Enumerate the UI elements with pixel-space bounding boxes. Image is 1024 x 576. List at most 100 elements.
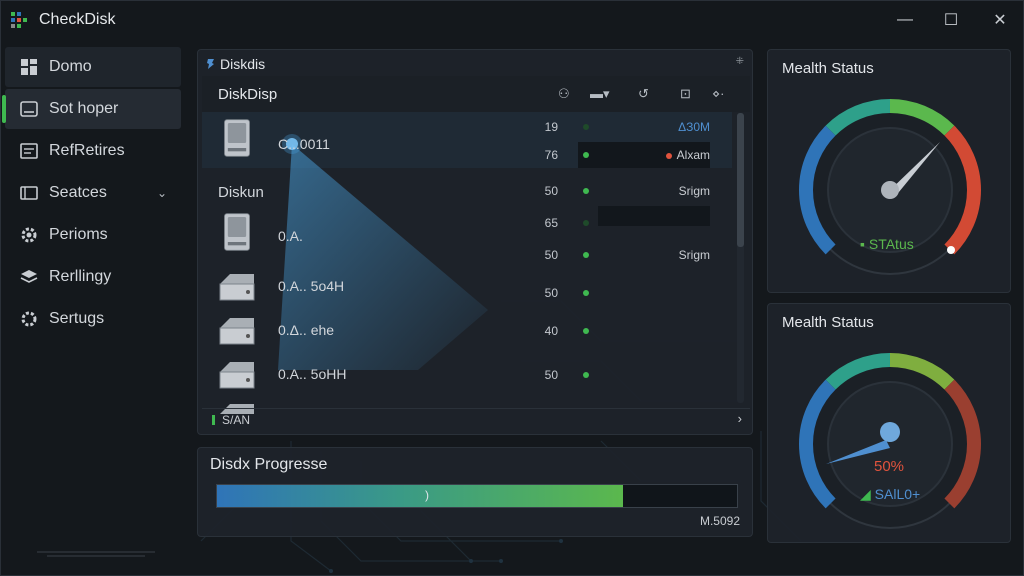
sidebar-item-label: Domo: [49, 58, 92, 75]
drive-icon: [219, 362, 255, 389]
disk-value: 19: [544, 120, 558, 134]
disk-name: C...0011: [278, 136, 330, 152]
status-dot: [583, 124, 589, 130]
minimize-button[interactable]: —: [893, 9, 917, 31]
drive-icon: [20, 101, 38, 117]
progress-size: M.5092: [699, 514, 740, 528]
disk-group-label: Diskun: [218, 184, 264, 201]
progress-marker: ): [425, 488, 429, 502]
disk-status-text: Alxam: [676, 148, 710, 162]
disk-status: Srigm: [678, 184, 710, 198]
dashboard-icon: [21, 59, 37, 75]
settings-icon: [21, 311, 37, 327]
status-marker-icon: ◢: [860, 486, 875, 502]
gauge-status-label: ▪ STAtus: [860, 236, 914, 252]
panel-footer: S/AN ›: [202, 408, 750, 430]
panel-options-icon[interactable]: ⁜: [736, 56, 744, 67]
disk-status: Alxam: [618, 148, 710, 162]
app-title: CheckDisk: [39, 11, 116, 28]
sidebar-item-sot-hoper[interactable]: Sot hoper: [2, 89, 181, 129]
sidebar-item-label: Perioms: [49, 226, 108, 243]
disk-name: 0.A.. 5o4H: [278, 278, 345, 294]
progress-title: Disdx Progresse: [210, 456, 328, 473]
sidebar-item-seatces[interactable]: Seatces ⌄: [5, 173, 181, 213]
list-title: DiskDisp: [218, 86, 278, 103]
health-gauge: [799, 99, 981, 275]
title-bar: CheckDisk — ☐ ✕: [1, 1, 1024, 39]
disk-name: 0.A.. 5oHH: [278, 366, 347, 382]
drive-icon: [219, 318, 255, 345]
disk-value: 50: [544, 248, 558, 262]
app-window: CheckDisk — ☐ ✕ Domo Sot hoper RefRetire…: [0, 0, 1024, 576]
progress-bar: ): [216, 484, 738, 508]
scrollbar-thumb[interactable]: [737, 113, 744, 247]
disk-name: 0.Δ.. ehe: [278, 322, 335, 338]
sidebar-item-label: Sot hoper: [49, 100, 119, 117]
health-gauge: [799, 353, 981, 529]
sidebar-item-label: Sertugs: [49, 310, 105, 327]
view-toggle-icon[interactable]: ▬▾: [590, 86, 610, 102]
close-button[interactable]: ✕: [988, 9, 1012, 31]
lock-icon[interactable]: ⊡: [680, 86, 691, 102]
status-dot: [583, 372, 589, 378]
sidebar-item-label: RefRetires: [49, 142, 125, 159]
gauge-status-text: SAlL0+: [874, 486, 921, 502]
disk-status: Srigm: [678, 248, 710, 262]
disk-value: 40: [544, 324, 558, 338]
sidebar: Domo Sot hoper RefRetires Seatces ⌄ Peri…: [1, 45, 185, 576]
status-dot: [583, 290, 589, 296]
status-dot: [583, 328, 589, 334]
sidebar-item-rerllingy[interactable]: Rerllingy: [5, 257, 181, 297]
alert-dot: [665, 152, 672, 159]
gear-icon: [21, 227, 37, 243]
disk-value: 50: [544, 184, 558, 198]
layers-icon: [20, 270, 38, 283]
pin-icon: [207, 59, 214, 69]
sidebar-footer-decoration: [37, 551, 155, 557]
tab-label: Diskdis: [220, 56, 266, 72]
status-marker-icon: ▪: [860, 236, 869, 252]
disk-list-panel: Diskdis ⁜ DiskDisp ⚇ ▬▾ ↺ ⊡ ⋄· C...0011 …: [197, 49, 753, 435]
status-dot: [583, 252, 589, 258]
scan-indicator-icon: [212, 415, 215, 425]
status-dot: [583, 220, 589, 226]
status-cell: [598, 206, 710, 226]
sidebar-item-sertugs[interactable]: Sertugs: [5, 299, 181, 339]
drive-icon: [219, 274, 255, 301]
sidebar-item-refretires[interactable]: RefRetires: [5, 131, 181, 171]
health-status-panel-2: Mealth Status 50% ◢ SAlL0+: [767, 303, 1011, 543]
disk-value: 65: [544, 216, 558, 230]
scan-button[interactable]: S/AN: [222, 413, 250, 427]
health-title: Mealth Status: [782, 314, 874, 331]
gauge-status-label: ◢ SAlL0+: [860, 486, 920, 503]
disk-progress-panel: Disdx Progresse ) M.5092: [197, 447, 753, 537]
report-icon: [20, 143, 38, 159]
gauge-status-text: STAtus: [868, 236, 914, 252]
status-dot: [583, 152, 589, 158]
network-icon[interactable]: ⚇: [558, 86, 570, 102]
progress-fill: [217, 485, 623, 507]
services-icon: [20, 186, 38, 200]
sidebar-item-label: Rerllingy: [49, 268, 112, 285]
tab-disks[interactable]: Diskdis: [206, 56, 265, 72]
health-status-panel: Mealth Status ▪ STAtus: [767, 49, 1011, 293]
chevron-down-icon[interactable]: ⌄: [157, 186, 167, 200]
list-header: DiskDisp ⚇ ▬▾ ↺ ⊡ ⋄·: [202, 76, 750, 112]
disk-name: 0.A.: [278, 228, 303, 244]
drive-icon: [224, 119, 250, 157]
chevron-right-icon[interactable]: ›: [738, 411, 742, 426]
disk-value: 50: [544, 286, 558, 300]
app-logo-icon: [11, 12, 27, 28]
disk-status: ΔЗ0М: [678, 120, 710, 134]
maximize-button[interactable]: ☐: [939, 9, 963, 31]
status-dot: [583, 188, 589, 194]
health-title: Mealth Status: [782, 60, 874, 77]
drive-icon: [224, 213, 250, 251]
disk-value: 50: [544, 368, 558, 382]
more-options-icon[interactable]: ⋄·: [712, 86, 724, 102]
refresh-icon[interactable]: ↺: [638, 86, 649, 102]
sidebar-item-domo[interactable]: Domo: [5, 47, 181, 87]
sidebar-item-label: Seatces: [49, 184, 107, 201]
gauge-value: 50%: [874, 458, 905, 475]
sidebar-item-perioms[interactable]: Perioms: [5, 215, 181, 255]
